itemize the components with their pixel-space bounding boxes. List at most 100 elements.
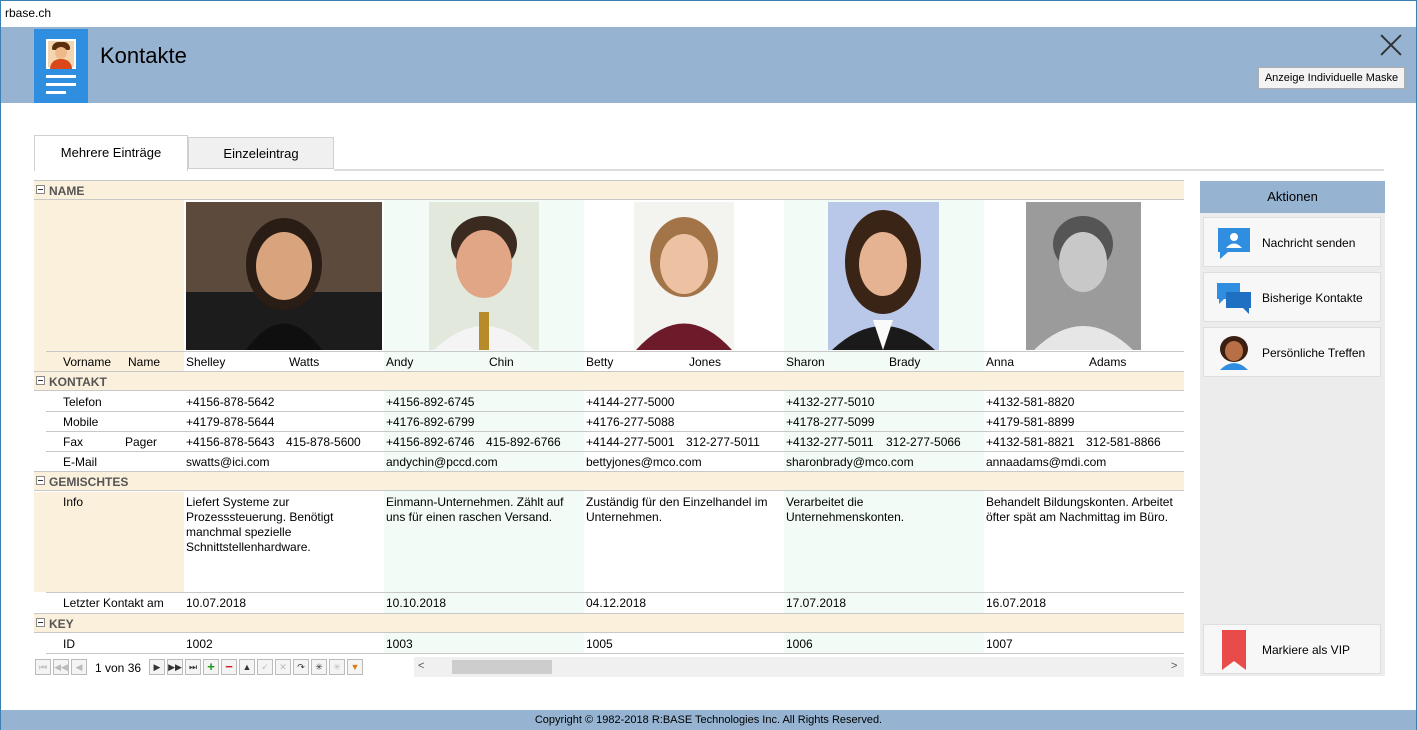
cell-telefon[interactable]: +4156-878-5642 — [186, 395, 274, 409]
cell-fax[interactable]: +4132-277-5011 — [786, 435, 874, 449]
cell-name[interactable]: Adams — [1089, 355, 1126, 369]
prev-record-icon[interactable]: ◀ — [71, 659, 87, 675]
cell-id[interactable]: 1007 — [986, 637, 1013, 651]
cell-pager[interactable]: 312-581-8866 — [1086, 435, 1161, 449]
cell-info[interactable]: Verarbeitet die Unternehmenskonten. — [786, 495, 978, 525]
cell-mobile[interactable]: +4179-581-8899 — [986, 415, 1074, 429]
collapse-icon[interactable] — [36, 618, 45, 627]
cell-letzter-kontakt[interactable]: 10.07.2018 — [186, 596, 246, 610]
footer-copyright: Copyright © 1982-2018 R:BASE Technologie… — [1, 710, 1416, 730]
cell-fax[interactable]: +4144-277-5001 — [586, 435, 674, 449]
label-id: ID — [63, 637, 75, 651]
asterisk-icon[interactable]: ✳ — [311, 659, 327, 675]
label-vorname: Vorname — [63, 355, 112, 369]
action-label: Persönliche Treffen — [1262, 346, 1366, 360]
cell-info[interactable]: Liefert Systeme zur Prozesssteuerung. Be… — [186, 495, 378, 555]
individual-mask-button[interactable]: Anzeige Individuelle Maske — [1258, 67, 1405, 89]
cell-name[interactable]: Jones — [689, 355, 721, 369]
delete-icon[interactable]: − — [221, 659, 237, 675]
cell-id[interactable]: 1003 — [386, 637, 413, 651]
scroll-right-icon[interactable]: > — [1171, 660, 1177, 672]
cell-telefon[interactable]: +4132-277-5010 — [786, 395, 874, 409]
cell-fax[interactable]: +4156-892-6746 — [386, 435, 474, 449]
prev-page-icon[interactable]: ◀◀ — [53, 659, 69, 675]
cell-fax[interactable]: +4156-878-5643 — [186, 435, 274, 449]
label-info: Info — [63, 495, 84, 509]
cell-pager[interactable]: 312-277-5066 — [886, 435, 961, 449]
header: Kontakte Anzeige Individuelle Maske — [1, 27, 1416, 103]
personal-meetings-button[interactable]: Persönliche Treffen — [1203, 327, 1381, 377]
section-label: GEMISCHTES — [49, 475, 129, 489]
next-page-icon[interactable]: ▶▶ — [167, 659, 183, 675]
last-page-icon[interactable]: ⏭ — [185, 659, 201, 675]
contact-photo — [634, 202, 734, 350]
cell-mobile[interactable]: +4176-892-6799 — [386, 415, 474, 429]
cell-telefon[interactable]: +4132-581-8820 — [986, 395, 1074, 409]
cell-id[interactable]: 1005 — [586, 637, 613, 651]
label-letzter-kontakt: Letzter Kontakt am — [63, 596, 164, 610]
cell-info[interactable]: Einmann-Unternehmen. Zählt auf uns für e… — [386, 495, 578, 525]
cell-id[interactable]: 1002 — [186, 637, 213, 651]
send-message-button[interactable]: Nachricht senden — [1203, 217, 1381, 267]
tab-multiple-entries[interactable]: Mehrere Einträge — [34, 135, 188, 171]
label-fax: Fax — [63, 435, 84, 449]
cell-email[interactable]: bettyjones@mco.com — [586, 455, 702, 469]
first-page-icon[interactable]: ⏮ — [35, 659, 51, 675]
page-title: Kontakte — [100, 43, 187, 68]
cell-pager[interactable]: 415-892-6766 — [486, 435, 561, 449]
cell-pager[interactable]: 415-878-5600 — [286, 435, 361, 449]
cell-email[interactable]: swatts@ici.com — [186, 455, 270, 469]
cell-vorname[interactable]: Betty — [586, 355, 613, 369]
action-label: Bisherige Kontakte — [1262, 291, 1363, 305]
horizontal-scrollbar[interactable]: < > — [414, 657, 1184, 677]
previous-contacts-button[interactable]: Bisherige Kontakte — [1203, 272, 1381, 322]
cell-name[interactable]: Brady — [889, 355, 920, 369]
collapse-icon[interactable] — [36, 376, 45, 385]
cell-name[interactable]: Watts — [289, 355, 319, 369]
filter-icon[interactable]: ▼ — [347, 659, 363, 675]
scroll-left-icon[interactable]: < — [418, 660, 424, 672]
cell-mobile[interactable]: +4179-878-5644 — [186, 415, 274, 429]
label-telefon: Telefon — [63, 395, 102, 409]
action-label: Nachricht senden — [1262, 236, 1356, 250]
cell-mobile[interactable]: +4178-277-5099 — [786, 415, 874, 429]
cell-pager[interactable]: 312-277-5011 — [686, 435, 760, 449]
cell-mobile[interactable]: +4176-277-5088 — [586, 415, 674, 429]
contact-photo — [186, 202, 382, 350]
add-icon[interactable]: + — [203, 659, 219, 675]
cell-telefon[interactable]: +4156-892-6745 — [386, 395, 474, 409]
cell-email[interactable]: sharonbrady@mco.com — [786, 455, 914, 469]
cell-info[interactable]: Behandelt Bildungskonten. Arbeitet öfter… — [986, 495, 1178, 525]
cell-name[interactable]: Chin — [489, 355, 514, 369]
close-icon[interactable] — [1379, 33, 1403, 57]
title-bar: rbase.ch — [1, 1, 1416, 27]
collapse-icon[interactable] — [36, 476, 45, 485]
tab-single-entry[interactable]: Einzeleintrag — [188, 137, 334, 169]
cell-email[interactable]: andychin@pccd.com — [386, 455, 498, 469]
clear-filter-icon[interactable]: ✳ — [329, 659, 345, 675]
cell-email[interactable]: annaadams@mdi.com — [986, 455, 1106, 469]
cell-vorname[interactable]: Shelley — [186, 355, 225, 369]
cell-telefon[interactable]: +4144-277-5000 — [586, 395, 674, 409]
cell-fax[interactable]: +4132-581-8821 — [986, 435, 1074, 449]
cell-letzter-kontakt[interactable]: 16.07.2018 — [986, 596, 1046, 610]
post-icon[interactable]: ✓ — [257, 659, 273, 675]
cancel-icon[interactable]: ✕ — [275, 659, 291, 675]
cell-id[interactable]: 1006 — [786, 637, 813, 651]
contacts-grid: NAME Vorname Name Shelley Watts Andy Chi… — [34, 180, 1184, 654]
refresh-icon[interactable]: ↷ — [293, 659, 309, 675]
cell-vorname[interactable]: Anna — [986, 355, 1014, 369]
mark-vip-button[interactable]: Markiere als VIP — [1203, 624, 1381, 674]
cell-vorname[interactable]: Sharon — [786, 355, 825, 369]
cell-letzter-kontakt[interactable]: 10.10.2018 — [386, 596, 446, 610]
next-record-icon[interactable]: ▶ — [149, 659, 165, 675]
move-up-icon[interactable]: ▲ — [239, 659, 255, 675]
cell-letzter-kontakt[interactable]: 04.12.2018 — [586, 596, 646, 610]
bookmark-icon — [1222, 630, 1246, 670]
cell-letzter-kontakt[interactable]: 17.07.2018 — [786, 596, 846, 610]
cell-vorname[interactable]: Andy — [386, 355, 413, 369]
collapse-icon[interactable] — [36, 185, 45, 194]
scrollbar-thumb[interactable] — [452, 660, 552, 674]
cell-info[interactable]: Zuständig für den Einzelhandel im Untern… — [586, 495, 778, 525]
chat-bubbles-icon — [1217, 283, 1251, 314]
